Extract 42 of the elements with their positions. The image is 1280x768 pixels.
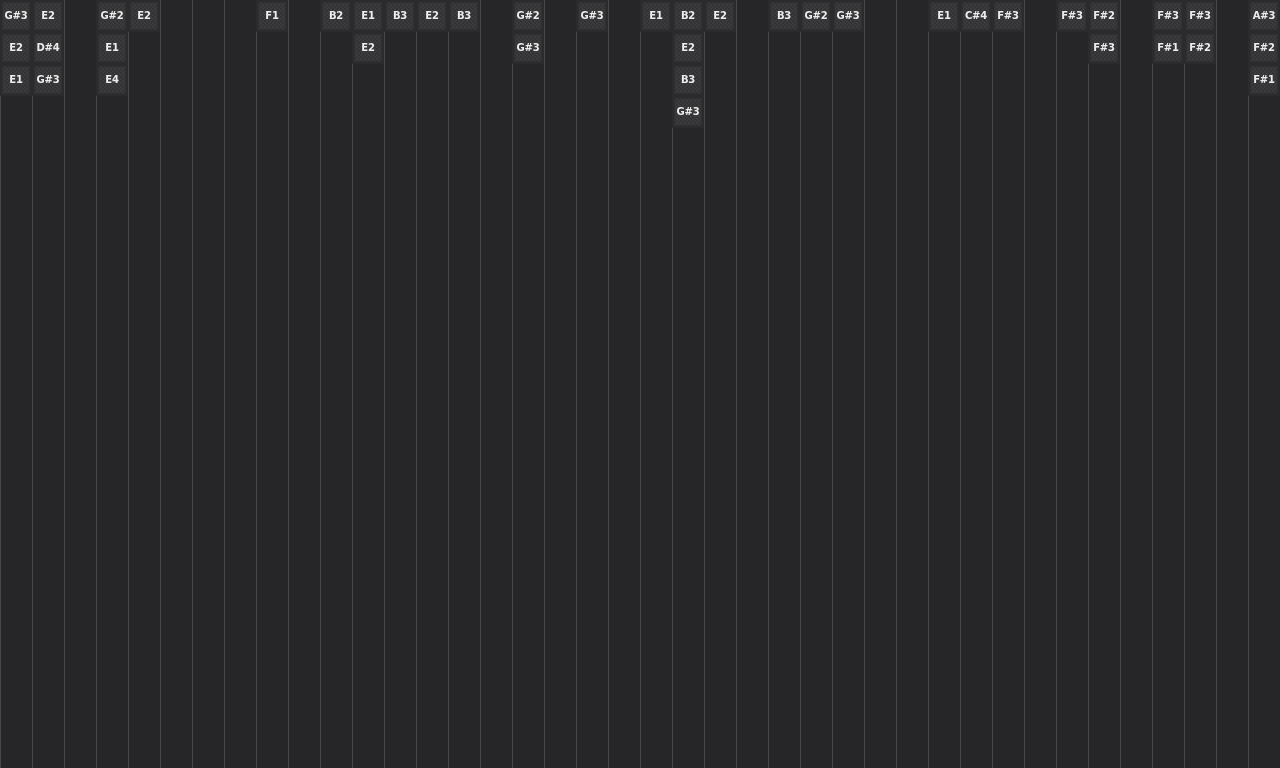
note-tile[interactable]: F#1 bbox=[1248, 64, 1280, 96]
note-tile[interactable]: G#3 bbox=[576, 0, 608, 32]
note-tile[interactable]: G#2 bbox=[800, 0, 832, 32]
note-tile[interactable]: B3 bbox=[768, 0, 800, 32]
note-tile[interactable]: E1 bbox=[352, 0, 384, 32]
note-tile[interactable]: G#2 bbox=[96, 0, 128, 32]
note-tile[interactable]: G#3 bbox=[512, 32, 544, 64]
note-tile[interactable]: F#3 bbox=[1056, 0, 1088, 32]
note-tile[interactable]: B2 bbox=[672, 0, 704, 32]
note-tile[interactable]: F#3 bbox=[992, 0, 1024, 32]
note-tile[interactable]: F#3 bbox=[1152, 0, 1184, 32]
note-tile[interactable]: F#2 bbox=[1184, 32, 1216, 64]
note-tile[interactable]: F#3 bbox=[1184, 0, 1216, 32]
note-tile[interactable]: E2 bbox=[672, 32, 704, 64]
note-tile[interactable]: E2 bbox=[128, 0, 160, 32]
note-tile[interactable]: D#4 bbox=[32, 32, 64, 64]
note-tile[interactable]: G#3 bbox=[0, 0, 32, 32]
note-tile[interactable]: B2 bbox=[320, 0, 352, 32]
note-tile[interactable]: C#4 bbox=[960, 0, 992, 32]
note-tile[interactable]: E1 bbox=[0, 64, 32, 96]
note-tile[interactable]: F#2 bbox=[1088, 0, 1120, 32]
note-tile[interactable]: E2 bbox=[32, 0, 64, 32]
note-tile[interactable]: F1 bbox=[256, 0, 288, 32]
note-tile[interactable]: G#2 bbox=[512, 0, 544, 32]
note-tile[interactable]: E2 bbox=[352, 32, 384, 64]
note-tile[interactable]: B3 bbox=[448, 0, 480, 32]
note-tile[interactable]: B3 bbox=[672, 64, 704, 96]
note-tile[interactable]: F#1 bbox=[1152, 32, 1184, 64]
note-tile[interactable]: E4 bbox=[96, 64, 128, 96]
note-tile[interactable]: G#3 bbox=[32, 64, 64, 96]
note-tile[interactable]: E1 bbox=[928, 0, 960, 32]
note-tile[interactable]: B3 bbox=[384, 0, 416, 32]
note-tile[interactable]: A#3 bbox=[1248, 0, 1280, 32]
note-tile[interactable]: E2 bbox=[416, 0, 448, 32]
note-tile[interactable]: F#2 bbox=[1248, 32, 1280, 64]
note-tile[interactable]: E2 bbox=[704, 0, 736, 32]
note-tile[interactable]: G#3 bbox=[672, 96, 704, 128]
note-tile[interactable]: G#3 bbox=[832, 0, 864, 32]
note-tile[interactable]: E2 bbox=[0, 32, 32, 64]
note-tile[interactable]: E1 bbox=[96, 32, 128, 64]
note-tile[interactable]: F#3 bbox=[1088, 32, 1120, 64]
note-tile[interactable]: E1 bbox=[640, 0, 672, 32]
